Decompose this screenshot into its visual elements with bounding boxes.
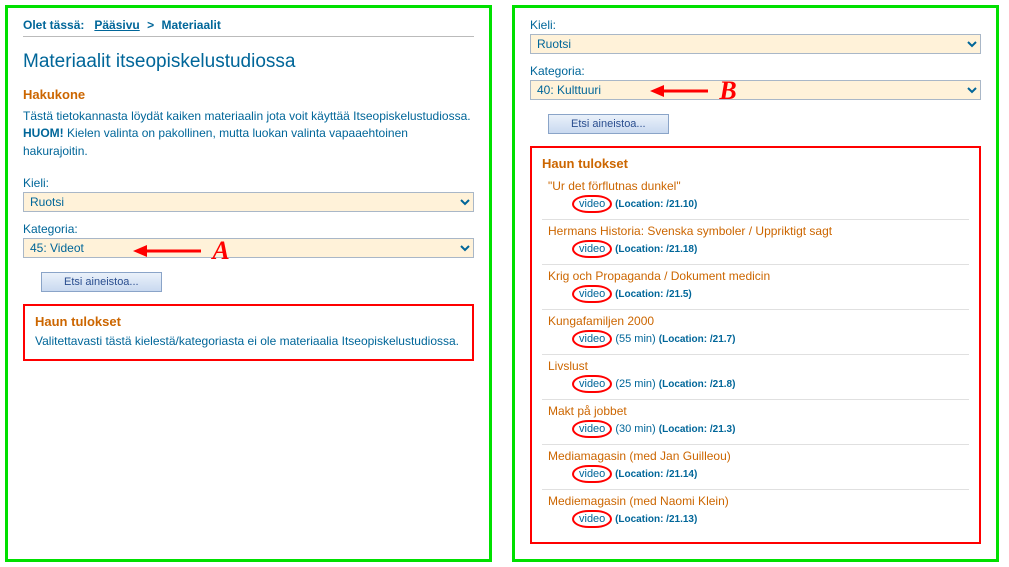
result-title[interactable]: Krig och Propaganda / Dokument medicin [548, 269, 969, 283]
video-tag: video [572, 465, 612, 483]
results-empty-text: Valitettavasti tästä kielestä/kategorias… [35, 333, 462, 350]
result-meta: video (Location: /21.5) [572, 285, 969, 303]
result-meta: video (Location: /21.14) [572, 465, 969, 483]
kategoria-select[interactable]: 45: Videot [23, 238, 474, 258]
result-location: (Location: /21.18) [612, 244, 697, 255]
result-title[interactable]: Makt på jobbet [548, 404, 969, 418]
result-title[interactable]: Hermans Historia: Svenska symboler / Upp… [548, 224, 969, 238]
result-item: Hermans Historia: Svenska symboler / Upp… [542, 220, 969, 265]
kategoria-label: Kategoria: [23, 222, 474, 236]
result-title[interactable]: Mediemagasin (med Naomi Klein) [548, 494, 969, 508]
results-list: "Ur det förflutnas dunkel" video (Locatio… [542, 175, 969, 534]
search-button[interactable]: Etsi aineistoa... [41, 272, 162, 292]
kieli-select-wrap: Ruotsi [530, 34, 981, 54]
divider [23, 36, 474, 37]
left-panel: Olet tässä: Pääsivu > Materiaalit Materi… [5, 5, 492, 562]
description-text: Tästä tietokannasta löydät kaiken materi… [23, 108, 474, 160]
result-meta: video (Location: /21.13) [572, 510, 969, 528]
video-tag: video [572, 420, 612, 438]
result-meta: video (30 min) (Location: /21.3) [572, 420, 969, 438]
kieli-label: Kieli: [23, 176, 474, 190]
kategoria-select[interactable]: 40: Kulttuuri [530, 80, 981, 100]
result-meta: video (Location: /21.10) [572, 195, 969, 213]
kategoria-select-wrap: 45: Videot A [23, 238, 474, 258]
kieli-select-wrap: Ruotsi [23, 192, 474, 212]
page-title: Materiaalit itseopiskelustudiossa [23, 51, 474, 73]
video-tag: video [572, 195, 612, 213]
result-item: Mediemagasin (med Naomi Klein) video (Loc… [542, 490, 969, 534]
breadcrumb-label: Olet tässä: [23, 18, 84, 32]
result-item: Livslust video (25 min) (Location: /21.8) [542, 355, 969, 400]
search-button[interactable]: Etsi aineistoa... [548, 114, 669, 134]
kategoria-label: Kategoria: [530, 64, 981, 78]
right-panel: Kieli: Ruotsi Kategoria: 40: Kulttuuri B… [512, 5, 999, 562]
result-item: Kungafamiljen 2000 video (55 min) (Locati… [542, 310, 969, 355]
desc-bold: HUOM! [23, 126, 64, 140]
video-tag: video [572, 330, 612, 348]
breadcrumb: Olet tässä: Pääsivu > Materiaalit [23, 18, 474, 32]
breadcrumb-sep: > [143, 18, 158, 32]
results-box: Haun tulokset "Ur det förflutnas dunkel"… [530, 146, 981, 544]
result-meta: video (Location: /21.18) [572, 240, 969, 258]
desc-post: Kielen valinta on pakollinen, mutta luok… [23, 126, 408, 157]
video-tag: video [572, 240, 612, 258]
result-item: "Ur det förflutnas dunkel" video (Locatio… [542, 175, 969, 220]
video-tag: video [572, 510, 612, 528]
breadcrumb-home-link[interactable]: Pääsivu [94, 18, 139, 32]
results-heading: Haun tulokset [35, 314, 462, 329]
result-location: (Location: /21.5) [612, 289, 691, 300]
result-title[interactable]: Kungafamiljen 2000 [548, 314, 969, 328]
result-location: (Location: /21.3) [659, 424, 736, 435]
video-tag: video [572, 285, 612, 303]
page-container: Olet tässä: Pääsivu > Materiaalit Materi… [0, 0, 1009, 567]
result-location: (Location: /21.7) [659, 334, 736, 345]
result-duration: (25 min) [612, 378, 658, 390]
results-box: Haun tulokset Valitettavasti tästä kiele… [23, 304, 474, 360]
result-item: Krig och Propaganda / Dokument medicin vi… [542, 265, 969, 310]
result-duration: (30 min) [612, 423, 658, 435]
results-heading: Haun tulokset [542, 156, 969, 171]
kieli-label: Kieli: [530, 18, 981, 32]
result-meta: video (25 min) (Location: /21.8) [572, 375, 969, 393]
result-location: (Location: /21.8) [659, 379, 736, 390]
result-duration: (55 min) [612, 333, 658, 345]
result-title[interactable]: "Ur det förflutnas dunkel" [548, 179, 969, 193]
result-location: (Location: /21.10) [612, 199, 697, 210]
breadcrumb-current: Materiaalit [161, 18, 220, 32]
kieli-select[interactable]: Ruotsi [530, 34, 981, 54]
result-title[interactable]: Mediamagasin (med Jan Guilleou) [548, 449, 969, 463]
video-tag: video [572, 375, 612, 393]
kieli-select[interactable]: Ruotsi [23, 192, 474, 212]
result-meta: video (55 min) (Location: /21.7) [572, 330, 969, 348]
result-title[interactable]: Livslust [548, 359, 969, 373]
result-location: (Location: /21.13) [612, 514, 697, 525]
section-heading: Hakukone [23, 87, 474, 102]
kategoria-select-wrap: 40: Kulttuuri B [530, 80, 981, 100]
result-item: Makt på jobbet video (30 min) (Location: … [542, 400, 969, 445]
desc-pre: Tästä tietokannasta löydät kaiken materi… [23, 109, 471, 123]
result-location: (Location: /21.14) [612, 469, 697, 480]
result-item: Mediamagasin (med Jan Guilleou) video (Lo… [542, 445, 969, 490]
